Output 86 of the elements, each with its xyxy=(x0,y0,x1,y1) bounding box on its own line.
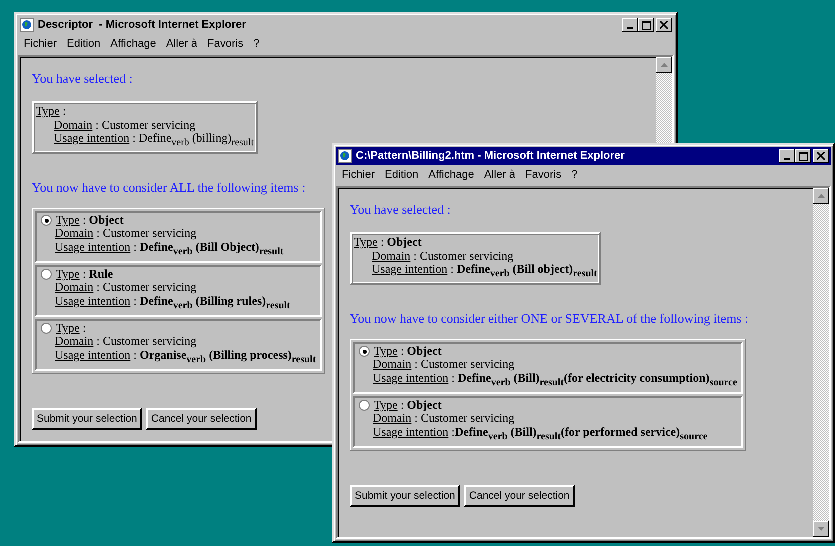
field-value: : Rule xyxy=(82,268,114,282)
field-label: Usage intention xyxy=(55,348,131,362)
field-value: : Customer servicing xyxy=(414,412,515,426)
close-button[interactable] xyxy=(813,149,829,163)
field-label: Type xyxy=(56,214,80,228)
field-value: : Object xyxy=(82,214,124,228)
field-label: Usage intention xyxy=(55,294,131,308)
scrollbar[interactable] xyxy=(813,188,829,537)
window-title: Descriptor - Microsoft Internet Explorer xyxy=(38,19,248,31)
radio-button[interactable] xyxy=(41,322,52,334)
field-label: Domain xyxy=(373,358,412,372)
field-value: : Organise$_{verb}$ (Billing process)$_{result}$ xyxy=(132,348,316,367)
radio-button[interactable] xyxy=(41,269,52,280)
field-label: Usage intention xyxy=(372,263,448,276)
field-label: Domain xyxy=(55,227,94,241)
field-label: Type xyxy=(374,398,398,412)
radio-button[interactable] xyxy=(41,215,52,226)
field-label: Usage intention xyxy=(55,240,131,254)
field-label: Usage intention xyxy=(54,132,130,146)
field-value: : Customer servicing xyxy=(96,227,197,241)
field-value: : xyxy=(62,105,66,118)
up-arrow-icon xyxy=(660,63,668,67)
field-value: : Object xyxy=(400,344,442,358)
menu-item[interactable]: Fichier xyxy=(342,168,376,180)
form-button[interactable]: Submit your selection xyxy=(350,484,460,507)
menu-item[interactable]: ? xyxy=(254,38,260,50)
section-heading: You now have to consider ALL the following items : xyxy=(32,180,307,196)
down-arrow-icon xyxy=(818,527,824,531)
field-label: Type xyxy=(36,105,60,118)
field-label: Type xyxy=(374,344,398,358)
minimize-button[interactable] xyxy=(622,18,638,32)
close-icon xyxy=(817,152,825,160)
field-value: : Customer servicing xyxy=(414,358,515,372)
field-value: : xyxy=(82,322,86,336)
menu-item[interactable]: Aller à xyxy=(484,168,516,180)
maximize-button[interactable] xyxy=(638,18,654,32)
field-label: Type xyxy=(56,268,80,282)
form-button[interactable]: Submit your selection xyxy=(32,408,142,430)
field-label: Domain xyxy=(373,412,412,426)
menu-item[interactable]: Favoris xyxy=(526,168,562,180)
section-heading: You have selected : xyxy=(32,71,134,87)
field-value: : Customer servicing xyxy=(96,281,197,295)
up-arrow-icon xyxy=(818,194,824,198)
field-label: Domain xyxy=(55,281,94,295)
field-label: Domain xyxy=(54,118,93,132)
menu-item[interactable]: Affichage xyxy=(428,168,474,180)
field-label: Usage intention xyxy=(373,372,449,386)
field-value: : Define$_{verb}$ (billing)$_{result}$ xyxy=(132,132,254,150)
maximize-icon xyxy=(798,152,808,160)
field-value: : Customer servicing xyxy=(412,250,514,263)
field-value: :Define$_{verb}$ (Bill)$_{result}$(for performed service)$_{source}$ xyxy=(450,426,708,444)
scrollbar[interactable] xyxy=(656,57,672,143)
menu-item[interactable]: Fichier xyxy=(24,38,58,50)
field-label: Type xyxy=(56,322,80,336)
menu-item[interactable]: Edition xyxy=(385,168,419,180)
form-button[interactable]: Cancel your selection xyxy=(464,484,575,507)
field-value: : Object xyxy=(400,398,442,412)
window-title: C:\Pattern\Billing2.htm - Microsoft Internet Explorer xyxy=(356,150,626,162)
field-label: Domain xyxy=(55,335,94,349)
menu-item[interactable]: Aller à xyxy=(166,38,198,50)
maximize-icon xyxy=(642,20,650,30)
close-button[interactable] xyxy=(656,18,672,32)
field-value: : Object xyxy=(380,236,422,250)
globe-icon xyxy=(338,149,352,163)
menu-item[interactable]: Favoris xyxy=(208,38,244,50)
minimize-button[interactable] xyxy=(779,149,795,163)
field-value: : Define$_{verb}$ (Bill object)$_{result}$ xyxy=(450,263,598,281)
radio-button[interactable] xyxy=(359,400,370,412)
close-icon xyxy=(660,21,668,29)
field-label: Domain xyxy=(372,250,411,263)
field-value: : Customer servicing xyxy=(94,118,196,132)
radio-button[interactable] xyxy=(359,346,370,358)
menu-item[interactable]: Edition xyxy=(67,38,101,50)
field-value: : Define$_{verb}$ (Billing rules)$_{result}$ xyxy=(132,294,290,313)
form-button[interactable]: Cancel your selection xyxy=(146,408,257,430)
globe-icon xyxy=(20,18,34,32)
menu-item[interactable]: ? xyxy=(572,168,578,180)
maximize-button[interactable] xyxy=(795,149,811,163)
field-value: : Define$_{verb}$ (Bill Object)$_{result}$ xyxy=(132,240,284,259)
field-label: Usage intention xyxy=(373,426,449,440)
field-value: : Define$_{verb}$ (Bill)$_{result}$(for electricity consumption)$_{source}$ xyxy=(450,372,738,390)
menu-item[interactable]: Affichage xyxy=(110,38,156,50)
section-heading: You now have to consider either ONE or SEVERAL of the following items : xyxy=(350,310,750,327)
field-label: Type xyxy=(354,236,378,250)
field-value: : Customer servicing xyxy=(96,335,197,349)
section-heading: You have selected : xyxy=(350,202,452,218)
